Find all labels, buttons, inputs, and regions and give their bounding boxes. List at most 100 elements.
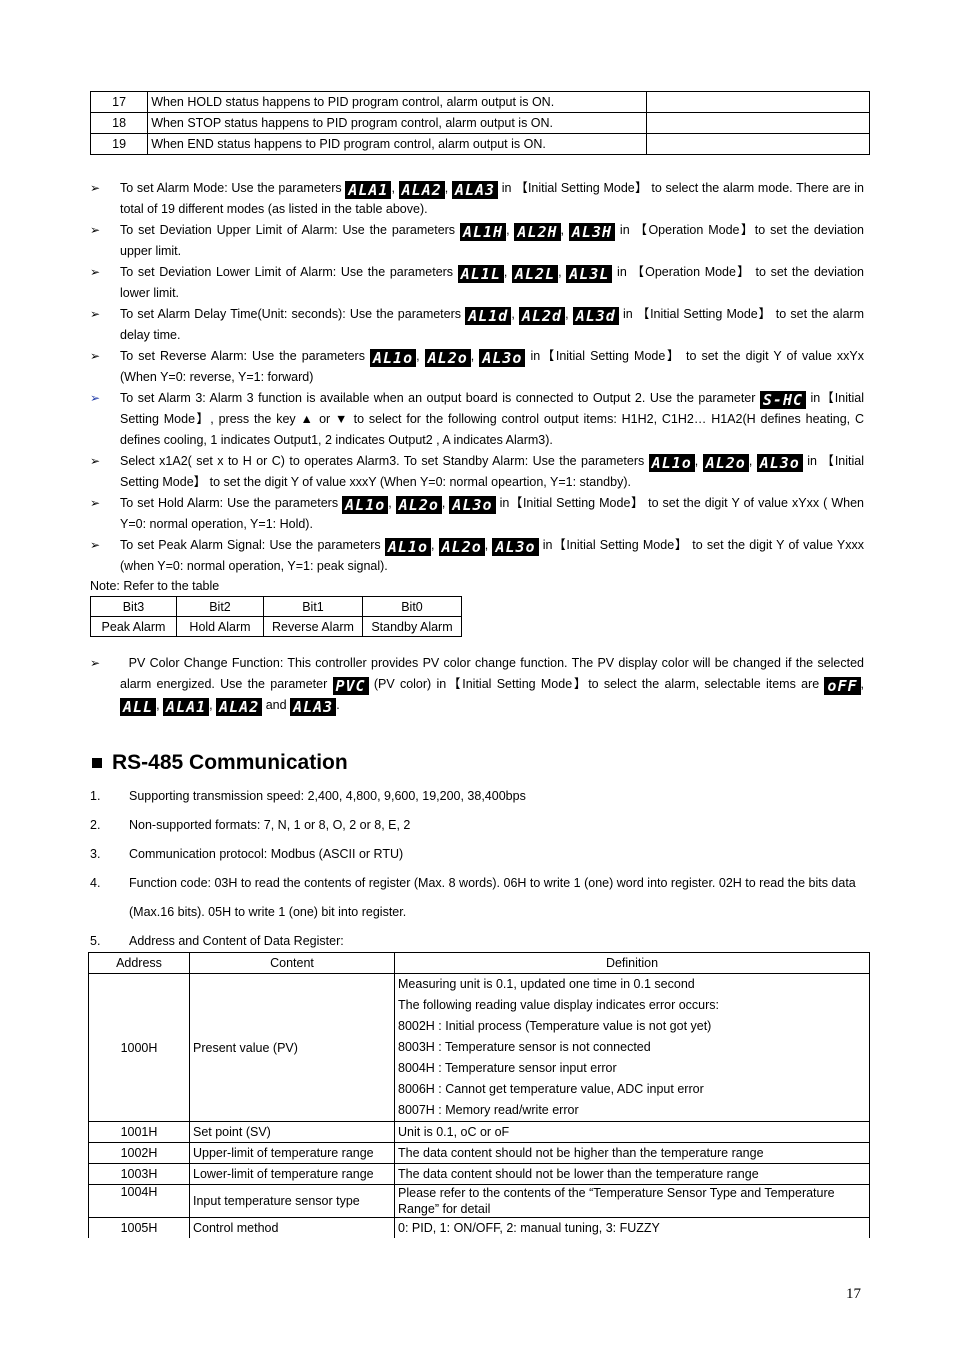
bit-header: Bit3 — [90, 596, 177, 617]
list-item: 2. Non-supported formats: 7, N, 1 or 8, O… — [90, 811, 870, 840]
param-code-display: PVC — [332, 677, 369, 695]
param-code-display: AL1o — [384, 538, 431, 556]
param-code-display: AL1L — [457, 265, 504, 283]
arrow-bullet-icon: ➢ — [90, 656, 101, 670]
param-code-display: AL2o — [395, 496, 442, 514]
register-address: 1005H — [88, 1217, 190, 1238]
register-address: 1001H — [88, 1121, 190, 1143]
param-code-display: AL3o — [479, 349, 526, 367]
bit-value: Standby Alarm — [362, 616, 462, 637]
bullet-alarm-mode: ➢ To set Alarm Mode: Use the parameters … — [90, 178, 864, 220]
item-number: 2. — [90, 818, 101, 832]
mode-number: 19 — [89, 133, 149, 155]
param-code-display: AL1o — [342, 496, 389, 514]
param-code-display: ALA3 — [451, 181, 499, 199]
mode-extra — [646, 133, 870, 155]
definition-line: 8002H : Initial process (Temperature val… — [398, 1019, 712, 1033]
item-text: Communication protocol: Modbus (ASCII or… — [129, 847, 404, 861]
definition-line: Measuring unit is 0.1, updated one time … — [398, 977, 695, 991]
param-code-display: AL3L — [566, 265, 613, 283]
definition-line: 8003H : Temperature sensor is not connec… — [398, 1040, 651, 1054]
param-code-display: AL3o — [492, 538, 539, 556]
square-bullet-icon — [92, 758, 102, 768]
table-row: 1001H Set point (SV) Unit is 0.1, oC or … — [88, 1121, 870, 1143]
param-code-display: AL1d — [465, 307, 512, 325]
alarm-bits-table: Bit3 Bit2 Bit1 Bit0 Peak Alarm Hold Alar… — [90, 596, 462, 637]
arrow-bullet-icon: ➢ — [90, 538, 101, 552]
param-code-display: AL1H — [459, 223, 507, 241]
register-definition: 0: PID, 1: ON/OFF, 2: manual tuning, 3: … — [394, 1217, 870, 1238]
table-row: Peak Alarm Hold Alarm Reverse Alarm Stan… — [90, 616, 462, 637]
bullet-pv-color: ➢ PV Color Change Function: This control… — [90, 653, 864, 716]
bullet-text: To set Alarm 3: Alarm 3 function is avai… — [120, 391, 760, 405]
register-content: Lower-limit of temperature range — [189, 1163, 395, 1185]
arrow-bullet-icon: ➢ — [90, 181, 101, 195]
item-text: Address and Content of Data Register: — [129, 934, 344, 948]
header-definition: Definition — [394, 952, 870, 974]
mode-description: When END status happens to PID program c… — [147, 133, 648, 155]
option-code-display: ALA1 — [163, 698, 210, 716]
bullet-deviation-upper: ➢ To set Deviation Upper Limit of Alarm:… — [90, 220, 864, 262]
document-page: 17 When HOLD status happens to PID progr… — [0, 0, 954, 1350]
bullet-reverse-alarm: ➢ To set Reverse Alarm: Use the paramete… — [90, 346, 864, 388]
header-address: Address — [88, 952, 190, 974]
bullet-text: To set Reverse Alarm: Use the parameters — [120, 349, 370, 363]
table-row: 18 When STOP status happens to PID progr… — [89, 112, 870, 134]
page-number: 17 — [846, 1286, 861, 1302]
bullet-text: To set Peak Alarm Signal: Use the parame… — [120, 538, 385, 552]
bullet-text: To set Hold Alarm: Use the parameters — [120, 496, 343, 510]
bullet-text: To set Deviation Upper Limit of Alarm: U… — [120, 223, 460, 237]
param-code-display: ALA1 — [345, 181, 392, 199]
register-definition: Please refer to the contents of the “Tem… — [394, 1184, 870, 1218]
mode-description: When HOLD status happens to PID program … — [147, 91, 648, 113]
rs485-list: 1. Supporting transmission speed: 2,400, … — [90, 782, 870, 956]
bullet-text: and — [265, 698, 287, 712]
bullet-deviation-lower: ➢ To set Deviation Lower Limit of Alarm:… — [90, 262, 864, 304]
arrow-bullet-icon: ➢ — [90, 391, 101, 405]
param-code-display: ALA2 — [398, 181, 445, 199]
register-definition: The data content should not be lower tha… — [394, 1163, 870, 1185]
table-row: 1004H Input temperature sensor type Plea… — [88, 1184, 870, 1218]
arrow-bullet-icon: ➢ — [90, 223, 101, 237]
option-code-display: ALA3 — [290, 698, 337, 716]
bullet-text: (PV color) in【Initial Setting Mode】to se… — [368, 677, 825, 691]
note-text: Note: Refer to the table — [90, 579, 220, 593]
item-number: 3. — [90, 847, 101, 861]
table-row: 17 When HOLD status happens to PID progr… — [89, 91, 870, 113]
bit-value: Hold Alarm — [176, 616, 264, 637]
register-content: Upper-limit of temperature range — [189, 1142, 395, 1164]
param-code-display: AL2d — [518, 307, 566, 325]
header-content: Content — [189, 952, 395, 974]
param-code-display: AL2o — [702, 454, 749, 472]
register-definition: Measuring unit is 0.1, updated one time … — [394, 973, 870, 1122]
alarm-settings-list: ➢ To set Alarm Mode: Use the parameters … — [90, 178, 864, 716]
register-address: 1003H — [88, 1163, 190, 1185]
param-code-display: AL2o — [438, 538, 485, 556]
mode-number: 17 — [89, 91, 149, 113]
option-code-display: oFF — [824, 677, 861, 695]
table-header-row: Bit3 Bit2 Bit1 Bit0 — [90, 596, 462, 617]
bullet-alarm-3: ➢ To set Alarm 3: Alarm 3 function is av… — [90, 388, 864, 451]
param-code-display: AL3d — [572, 307, 619, 325]
mode-description: When STOP status happens to PID program … — [147, 112, 648, 134]
register-table: Address Content Definition 1000H Present… — [88, 952, 870, 1238]
table-header-row: Address Content Definition — [88, 952, 870, 974]
bullet-standby-alarm: ➢ Select x1A2( set x to H or C) to opera… — [90, 451, 864, 493]
bullet-text: To set Alarm Delay Time(Unit: seconds): … — [120, 307, 466, 321]
bullet-hold-alarm: ➢ To set Hold Alarm: Use the parameters … — [90, 493, 864, 535]
bit-header: Bit2 — [176, 596, 264, 617]
mode-number: 18 — [89, 112, 149, 134]
table-row: 1002H Upper-limit of temperature range T… — [88, 1142, 870, 1164]
arrow-bullet-icon: ➢ — [90, 496, 101, 510]
item-text: Supporting transmission speed: 2,400, 4,… — [129, 789, 526, 803]
table-row: 19 When END status happens to PID progra… — [89, 133, 870, 155]
definition-line: The following reading value display indi… — [398, 998, 719, 1012]
mode-extra — [646, 112, 870, 134]
option-code-display: ALA2 — [216, 698, 263, 716]
bit-header: Bit1 — [263, 596, 363, 617]
bit-value: Peak Alarm — [90, 616, 177, 637]
register-content: Present value (PV) — [189, 973, 395, 1122]
register-address: 1002H — [88, 1142, 190, 1164]
table-row: 1000H Present value (PV) Measuring unit … — [88, 973, 870, 1122]
alarm-mode-table: 17 When HOLD status happens to PID progr… — [89, 91, 870, 155]
